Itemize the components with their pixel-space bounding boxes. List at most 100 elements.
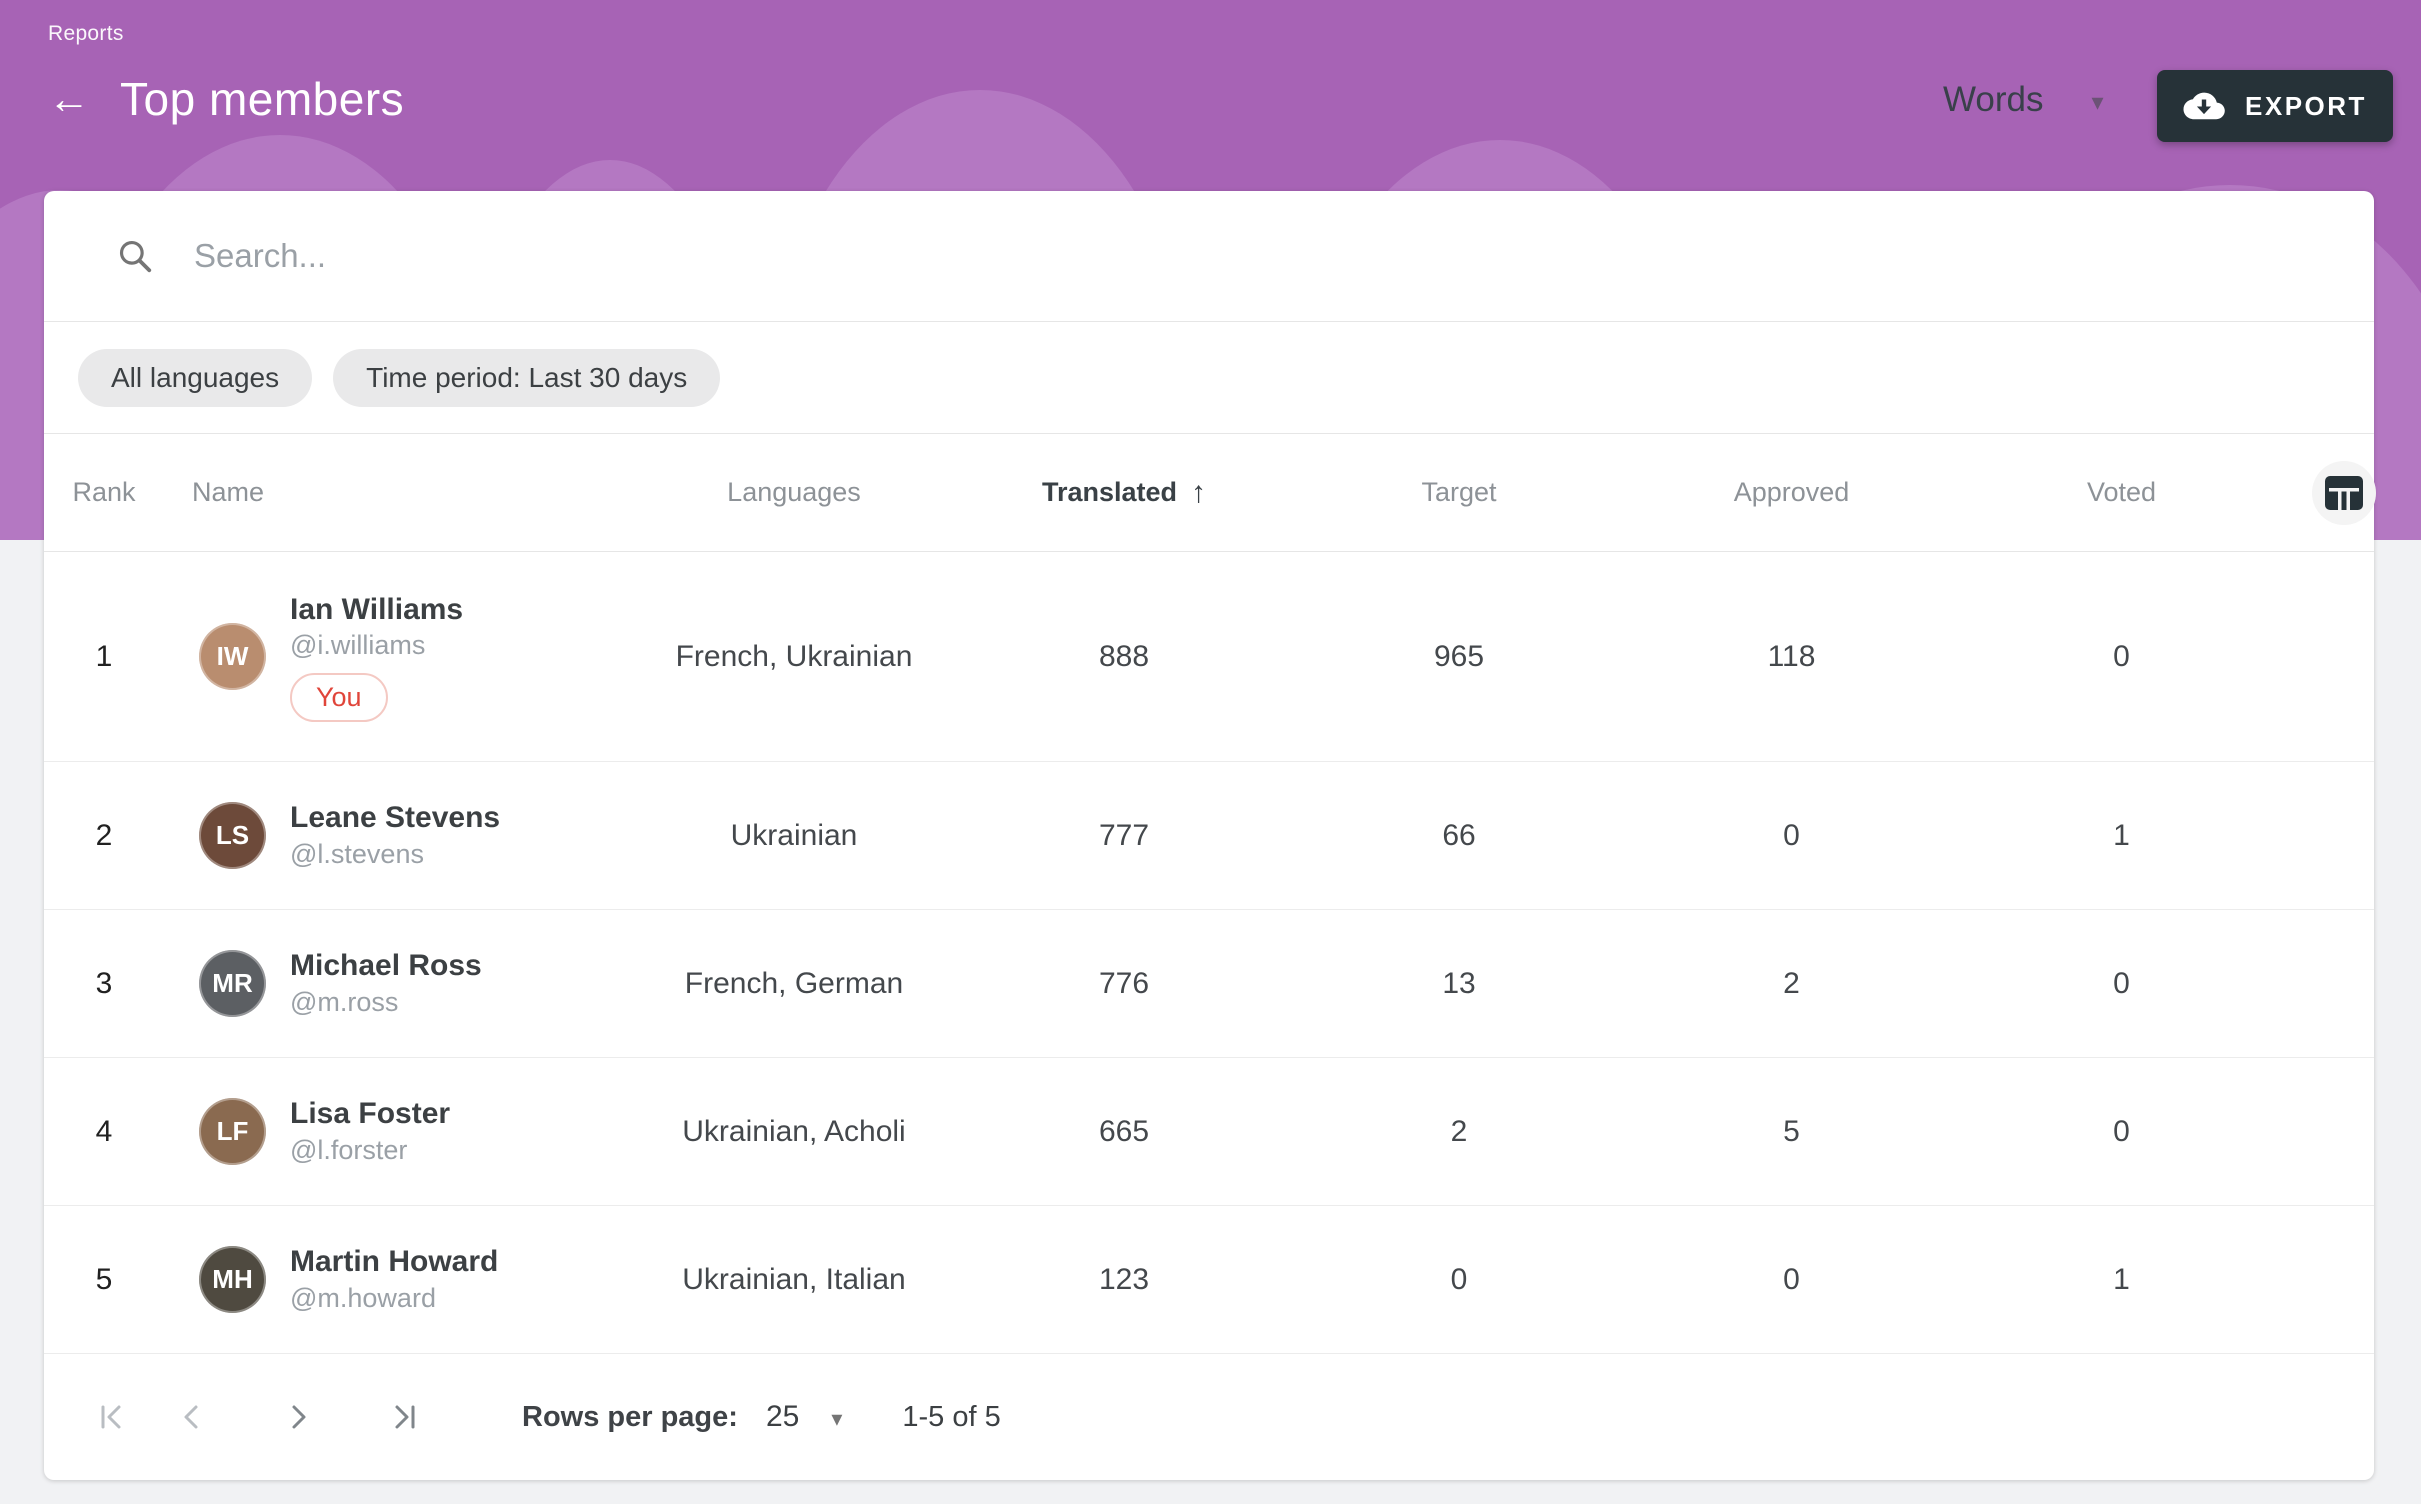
languages-value: Ukrainian bbox=[604, 819, 984, 853]
avatar: LS bbox=[199, 802, 266, 869]
rank-value: 1 bbox=[44, 640, 164, 674]
rank-value: 2 bbox=[44, 819, 164, 853]
target-value: 13 bbox=[1264, 967, 1654, 1001]
member-name: Leane Stevens bbox=[290, 799, 500, 837]
member-info: Michael Ross @m.ross bbox=[290, 947, 482, 1020]
translated-value: 665 bbox=[984, 1115, 1264, 1149]
avatar: IW bbox=[199, 623, 266, 690]
table-row[interactable]: 5 MH Martin Howard @m.howard Ukrainian, … bbox=[44, 1206, 2374, 1354]
voted-value: 1 bbox=[1929, 819, 2314, 853]
rows-per-page-label: Rows per page: bbox=[522, 1401, 738, 1434]
avatar: LF bbox=[199, 1098, 266, 1165]
rows-per-page-dropdown[interactable]: 25 ▾ bbox=[766, 1400, 842, 1434]
member-info: Ian Williams @i.williams You bbox=[290, 591, 463, 723]
member-cell: MH Martin Howard @m.howard bbox=[164, 1243, 604, 1316]
cloud-download-icon bbox=[2183, 91, 2225, 121]
member-info: Martin Howard @m.howard bbox=[290, 1243, 498, 1316]
search-bar bbox=[44, 191, 2374, 322]
voted-value: 0 bbox=[1929, 967, 2314, 1001]
you-badge: You bbox=[290, 673, 388, 722]
export-button-label: EXPORT bbox=[2245, 91, 2367, 122]
title-row: ← Top members bbox=[44, 72, 404, 126]
avatar: MH bbox=[199, 1246, 266, 1313]
filter-chip-languages[interactable]: All languages bbox=[78, 349, 312, 407]
column-header-target[interactable]: Target bbox=[1264, 477, 1654, 508]
search-icon bbox=[116, 237, 154, 275]
avatar: MR bbox=[199, 950, 266, 1017]
table-row[interactable]: 4 LF Lisa Foster @l.forster Ukrainian, A… bbox=[44, 1058, 2374, 1206]
member-info: Leane Stevens @l.stevens bbox=[290, 799, 500, 872]
column-header-voted[interactable]: Voted bbox=[1929, 477, 2314, 508]
table-row[interactable]: 2 LS Leane Stevens @l.stevens Ukrainian … bbox=[44, 762, 2374, 910]
export-button[interactable]: EXPORT bbox=[2157, 70, 2393, 142]
voted-value: 0 bbox=[1929, 1115, 2314, 1149]
report-card: All languages Time period: Last 30 days … bbox=[44, 191, 2374, 1480]
table-header-row: Rank Name Languages Translated ↑ Target … bbox=[44, 434, 2374, 552]
pagination-bar: Rows per page: 25 ▾ 1-5 of 5 bbox=[44, 1354, 2374, 1480]
translated-value: 776 bbox=[984, 967, 1264, 1001]
chevron-down-icon: ▾ bbox=[831, 1402, 842, 1432]
approved-value: 5 bbox=[1654, 1115, 1929, 1149]
member-name: Ian Williams bbox=[290, 591, 463, 629]
column-header-translated-label: Translated bbox=[1042, 477, 1177, 508]
last-page-icon bbox=[387, 1400, 421, 1434]
search-input[interactable] bbox=[194, 237, 2314, 275]
target-value: 965 bbox=[1264, 640, 1654, 674]
column-header-name[interactable]: Name bbox=[164, 477, 604, 508]
member-cell: IW Ian Williams @i.williams You bbox=[164, 591, 604, 723]
member-username: @l.forster bbox=[290, 1133, 450, 1168]
member-cell: LS Leane Stevens @l.stevens bbox=[164, 799, 604, 872]
rank-value: 5 bbox=[44, 1263, 164, 1297]
languages-value: French, Ukrainian bbox=[604, 640, 984, 674]
column-settings-button[interactable] bbox=[2312, 461, 2376, 525]
chevron-down-icon: ▾ bbox=[2092, 85, 2104, 115]
rank-value: 3 bbox=[44, 967, 164, 1001]
filter-chip-time-period[interactable]: Time period: Last 30 days bbox=[333, 349, 720, 407]
member-username: @m.ross bbox=[290, 985, 482, 1020]
languages-value: Ukrainian, Italian bbox=[604, 1263, 984, 1297]
breadcrumb[interactable]: Reports bbox=[48, 22, 124, 46]
target-value: 0 bbox=[1264, 1263, 1654, 1297]
approved-value: 118 bbox=[1654, 640, 1929, 674]
column-header-translated[interactable]: Translated ↑ bbox=[984, 476, 1264, 510]
translated-value: 777 bbox=[984, 819, 1264, 853]
member-username: @i.williams bbox=[290, 628, 463, 663]
first-page-icon bbox=[95, 1400, 129, 1434]
target-value: 66 bbox=[1264, 819, 1654, 853]
column-header-languages[interactable]: Languages bbox=[604, 477, 984, 508]
next-page-button[interactable] bbox=[276, 1395, 320, 1439]
column-header-rank[interactable]: Rank bbox=[44, 477, 164, 508]
table-columns-icon bbox=[2325, 476, 2363, 510]
member-name: Michael Ross bbox=[290, 947, 482, 985]
member-username: @l.stevens bbox=[290, 837, 500, 872]
voted-value: 0 bbox=[1929, 640, 2314, 674]
translated-value: 888 bbox=[984, 640, 1264, 674]
report-unit-dropdown[interactable]: Words ▾ bbox=[1943, 80, 2104, 120]
page-title: Top members bbox=[120, 72, 404, 126]
back-arrow-icon[interactable]: ← bbox=[44, 74, 94, 124]
approved-value: 0 bbox=[1654, 1263, 1929, 1297]
column-header-approved[interactable]: Approved bbox=[1654, 477, 1929, 508]
pagination-range: 1-5 of 5 bbox=[902, 1401, 1000, 1434]
member-cell: MR Michael Ross @m.ross bbox=[164, 947, 604, 1020]
approved-value: 0 bbox=[1654, 819, 1929, 853]
first-page-button[interactable] bbox=[90, 1395, 134, 1439]
report-unit-value: Words bbox=[1943, 80, 2044, 120]
rows-per-page-value: 25 bbox=[766, 1400, 799, 1434]
target-value: 2 bbox=[1264, 1115, 1654, 1149]
sort-ascending-icon: ↑ bbox=[1191, 476, 1206, 510]
approved-value: 2 bbox=[1654, 967, 1929, 1001]
chevron-left-icon bbox=[175, 1400, 209, 1434]
translated-value: 123 bbox=[984, 1263, 1264, 1297]
previous-page-button[interactable] bbox=[170, 1395, 214, 1439]
member-name: Martin Howard bbox=[290, 1243, 498, 1281]
member-cell: LF Lisa Foster @l.forster bbox=[164, 1095, 604, 1168]
table-row[interactable]: 3 MR Michael Ross @m.ross French, German… bbox=[44, 910, 2374, 1058]
member-name: Lisa Foster bbox=[290, 1095, 450, 1133]
rank-value: 4 bbox=[44, 1115, 164, 1149]
last-page-button[interactable] bbox=[382, 1395, 426, 1439]
table-row[interactable]: 1 IW Ian Williams @i.williams You French… bbox=[44, 552, 2374, 762]
languages-value: French, German bbox=[604, 967, 984, 1001]
filter-chips-row: All languages Time period: Last 30 days bbox=[44, 322, 2374, 434]
chevron-right-icon bbox=[281, 1400, 315, 1434]
